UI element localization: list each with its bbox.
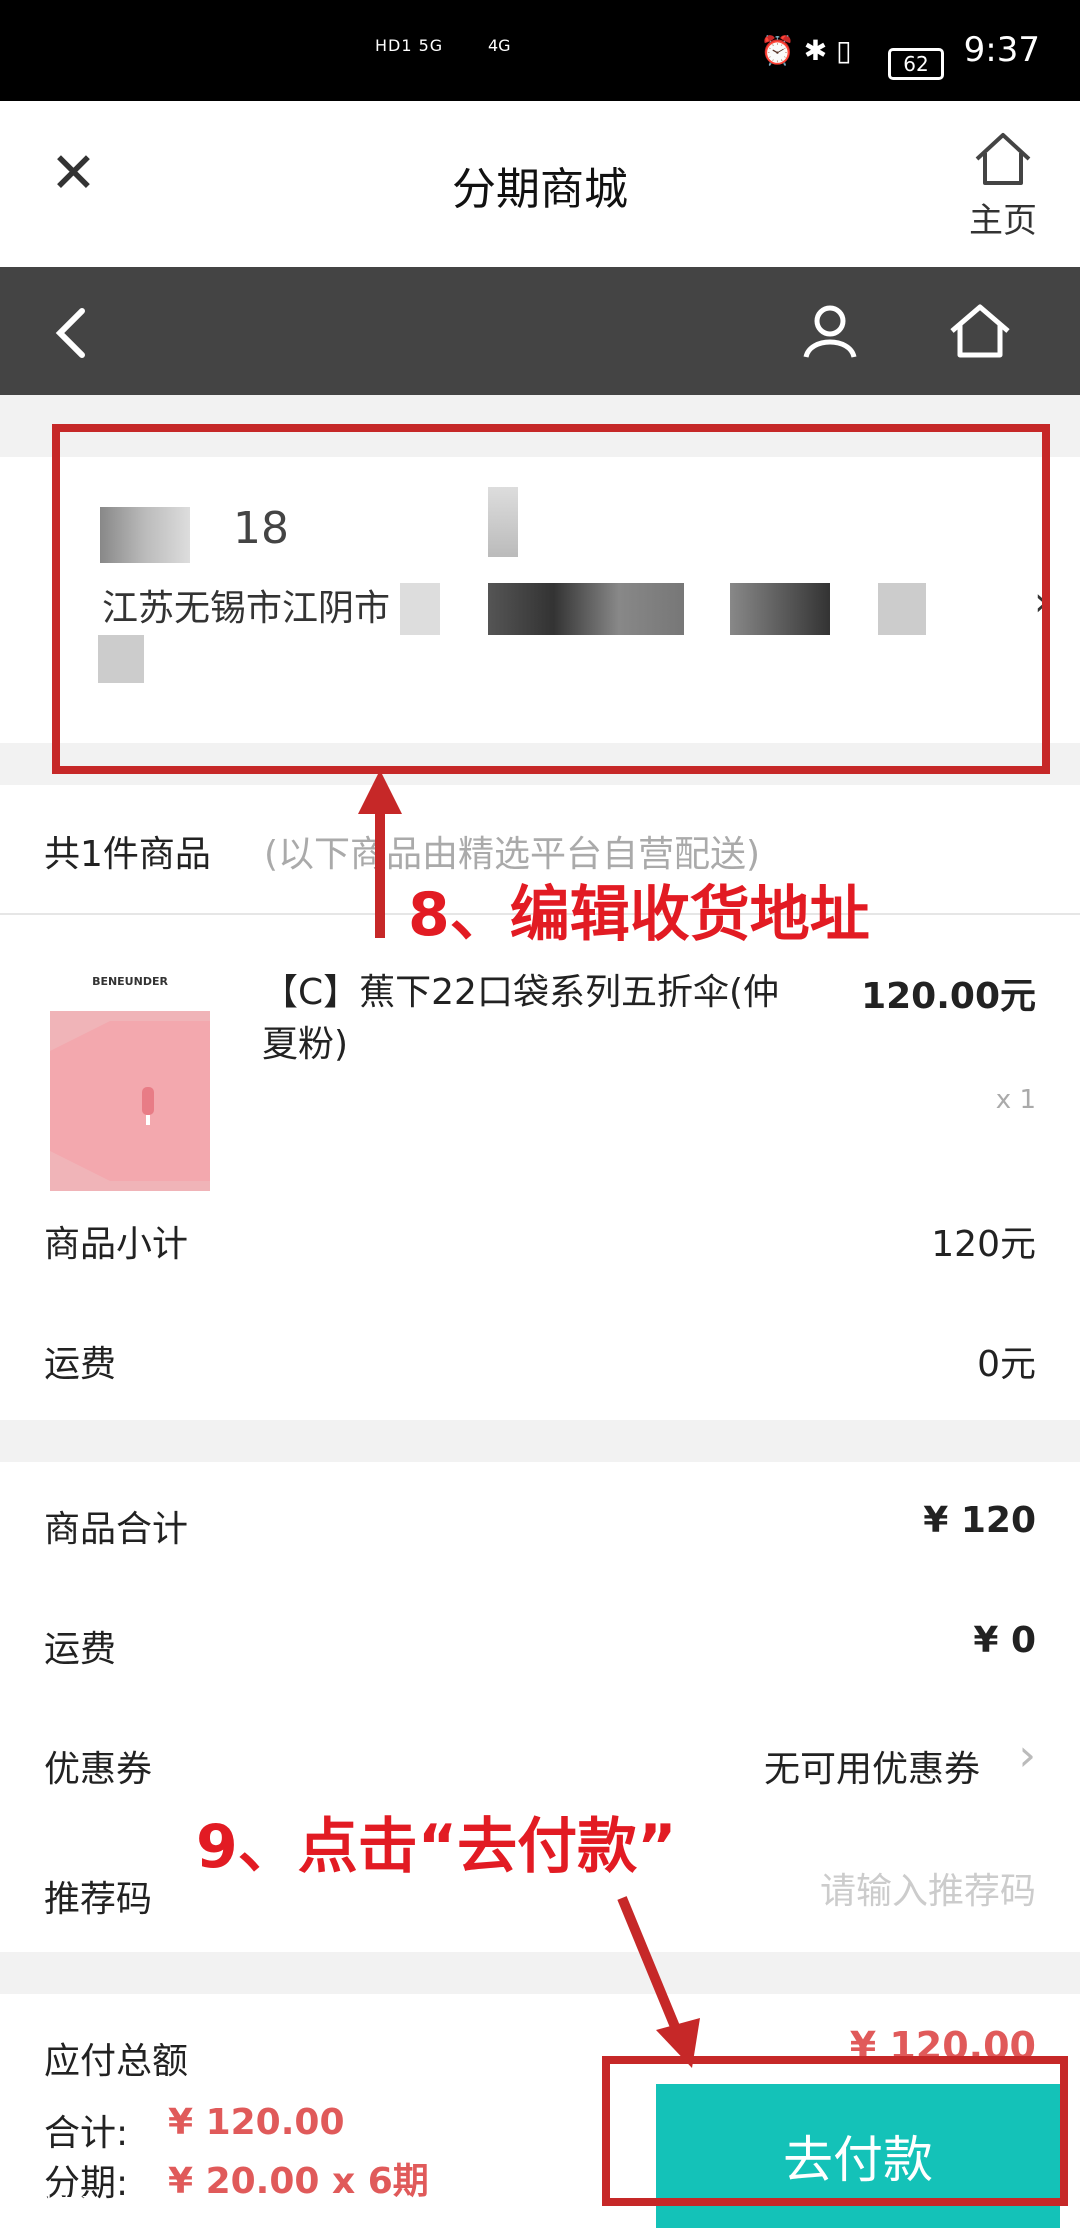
- battery-icon: 62: [888, 48, 944, 80]
- product-quantity: x 1: [995, 1085, 1036, 1115]
- shipping-value: 0元: [977, 1344, 1036, 1385]
- shipping-total-value: ¥ 0: [973, 1620, 1036, 1661]
- coupon-label: 优惠券: [44, 1749, 153, 1790]
- sum-label: 合计:: [44, 2113, 129, 2154]
- nav-bar: [0, 267, 1080, 395]
- home-icon: [975, 133, 1031, 185]
- title-bar: ✕ 分期商城 主页: [0, 101, 1080, 267]
- goods-total-label: 商品合计: [44, 1509, 189, 1550]
- goods-total-value: ¥ 120: [923, 1500, 1036, 1541]
- product-name: 【C】蕉下22口袋系列五折伞(仲夏粉): [262, 972, 779, 1065]
- chevron-right-icon[interactable]: ›: [1018, 1730, 1036, 1781]
- subtotal-value: 120元: [931, 1224, 1036, 1265]
- clock: 9:37: [963, 30, 1040, 70]
- referral-label: 推荐码: [44, 1879, 153, 1920]
- shipping-total-label: 运费: [44, 1629, 117, 1670]
- signal-4g: 4G: [488, 36, 511, 55]
- installment-value: ¥ 20.00 x 6期: [168, 2161, 429, 2202]
- home-button[interactable]: 主页: [958, 129, 1048, 242]
- home-icon[interactable]: [948, 301, 1012, 361]
- signal-text: HD1 5G: [375, 36, 444, 55]
- highlight-box-address: [52, 424, 1050, 774]
- user-icon[interactable]: [800, 301, 860, 361]
- item-count: 共1件商品: [44, 834, 211, 875]
- annotation-step9: 9、点击“去付款”: [196, 1812, 677, 1882]
- watermark: 大眼跨境: [8, 2194, 97, 2219]
- product-card: BENEUNDER 【C】蕉下22口袋系列五折伞(仲夏粉) 120.00元 x …: [0, 915, 1080, 1420]
- annotation-step8: 8、编辑收货地址: [408, 880, 870, 950]
- highlight-box-pay: [602, 2056, 1068, 2206]
- home-label: 主页: [969, 201, 1037, 241]
- shipping-label: 运费: [44, 1344, 117, 1385]
- back-icon[interactable]: [52, 307, 92, 359]
- product-price: 120.00元: [861, 976, 1036, 1017]
- subtotal-label: 商品小计: [44, 1224, 189, 1265]
- referral-input[interactable]: 请输入推荐码: [820, 1862, 1036, 1914]
- due-label: 应付总额: [44, 2041, 189, 2082]
- product-thumbnail[interactable]: BENEUNDER: [50, 975, 210, 1195]
- umbrella-image: [50, 1011, 210, 1191]
- sum-value: ¥ 120.00: [168, 2102, 345, 2143]
- alarm-bluetooth-vibrate-icons: ⏰ ✱ ▯: [760, 34, 852, 67]
- product-brand: BENEUNDER: [92, 975, 168, 988]
- status-bar: HD1 5G 4G ⏰ ✱ ▯ 62 9:37: [0, 0, 1080, 101]
- annotation-arrow-down: [617, 1896, 700, 2068]
- coupon-value[interactable]: 无可用优惠券: [764, 1740, 980, 1792]
- page-title: 分期商城: [452, 164, 628, 215]
